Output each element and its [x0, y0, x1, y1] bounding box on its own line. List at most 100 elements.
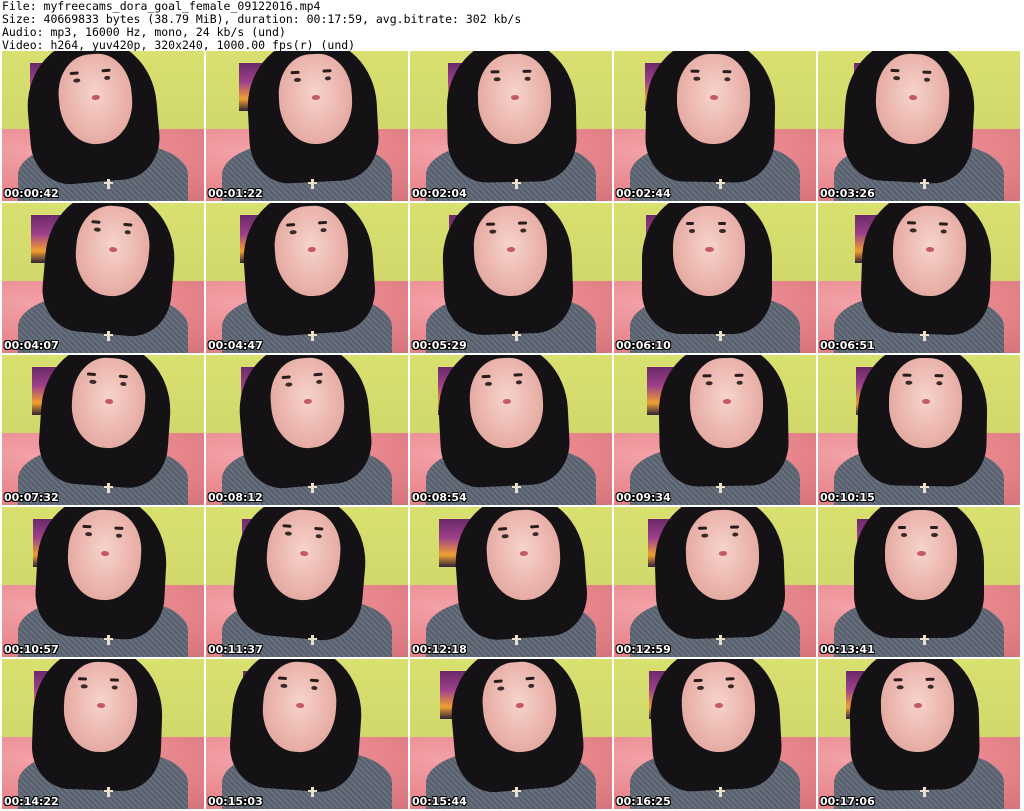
timestamp-label: 00:13:41	[820, 643, 875, 656]
cross-necklace-icon	[512, 179, 522, 189]
left-eye	[289, 230, 296, 235]
right-eyebrow	[313, 527, 323, 531]
lips	[705, 246, 715, 252]
lips	[510, 94, 520, 100]
timestamp-label: 00:02:44	[616, 187, 671, 200]
left-eye	[80, 684, 87, 689]
video-thumbnail[interactable]: 00:11:37	[206, 507, 408, 657]
video-thumbnail[interactable]: 00:14:22	[2, 659, 204, 809]
video-thumbnail[interactable]: 00:06:51	[818, 203, 1020, 353]
right-eye	[314, 534, 322, 539]
lips	[506, 246, 516, 252]
right-eye	[735, 381, 743, 386]
right-eye	[519, 228, 527, 234]
cross-necklace-icon	[512, 635, 522, 645]
right-eye	[935, 381, 943, 386]
video-thumbnail[interactable]: 00:07:32	[2, 355, 204, 505]
video-thumbnail[interactable]: 00:12:59	[614, 507, 816, 657]
thumbnail-grid: 00:00:42 00:01:22 00:02:04 00:02:44 00:03:26…	[0, 51, 1024, 811]
right-eye	[719, 229, 726, 234]
cross-necklace-icon	[920, 787, 930, 797]
video-thumbnail[interactable]: 00:15:03	[206, 659, 408, 809]
cross-necklace-icon	[308, 331, 318, 341]
left-eyebrow	[702, 374, 712, 378]
left-eyebrow	[485, 222, 495, 227]
video-thumbnail[interactable]: 00:12:18	[410, 507, 612, 657]
timestamp-label: 00:04:47	[208, 339, 263, 352]
cross-necklace-icon	[104, 635, 114, 645]
video-thumbnail[interactable]: 00:08:12	[206, 355, 408, 505]
left-eyebrow	[890, 69, 899, 73]
right-eyebrow	[934, 374, 943, 378]
video-thumbnail[interactable]: 00:09:34	[614, 355, 816, 505]
face	[884, 510, 958, 600]
right-eye	[723, 77, 731, 82]
video-thumbnail[interactable]: 00:02:44	[614, 51, 816, 201]
video-thumbnail[interactable]: 00:10:57	[2, 507, 204, 657]
right-eyebrow	[309, 678, 319, 683]
right-eyebrow	[114, 526, 123, 531]
video-thumbnail[interactable]: 00:02:04	[410, 51, 612, 201]
face	[688, 357, 764, 449]
left-eyebrow	[902, 373, 911, 377]
left-eyebrow	[91, 220, 101, 225]
video-thumbnail[interactable]: 00:04:07	[2, 203, 204, 353]
right-eye	[727, 684, 734, 689]
video-thumbnail[interactable]: 00:08:54	[410, 355, 612, 505]
cross-necklace-icon	[920, 483, 930, 493]
cross-necklace-icon	[104, 331, 114, 341]
left-eye	[72, 78, 80, 84]
left-eyebrow	[490, 70, 500, 74]
timestamp-label: 00:12:18	[412, 643, 467, 656]
timestamp-label: 00:04:07	[4, 339, 59, 352]
lips	[104, 398, 114, 404]
video-thumbnail[interactable]: 00:10:15	[818, 355, 1020, 505]
lips	[514, 702, 525, 708]
right-eye	[115, 533, 122, 539]
right-eye	[515, 380, 522, 385]
cross-necklace-icon	[308, 787, 318, 797]
right-eye	[527, 684, 535, 689]
right-eye	[324, 76, 331, 81]
video-thumbnail[interactable]: 00:01:22	[206, 51, 408, 201]
cross-necklace-icon	[920, 635, 930, 645]
timestamp-label: 00:05:29	[412, 339, 467, 352]
video-thumbnail[interactable]: 00:04:47	[206, 203, 408, 353]
cross-necklace-icon	[512, 483, 522, 493]
timestamp-label: 00:02:04	[412, 187, 467, 200]
left-eye	[692, 77, 700, 82]
timestamp-label: 00:08:54	[412, 491, 467, 504]
right-eyebrow	[322, 69, 332, 73]
cross-necklace-icon	[512, 331, 522, 341]
video-thumbnail[interactable]: 00:05:29	[410, 203, 612, 353]
video-thumbnail[interactable]: 00:03:26	[818, 51, 1020, 201]
timestamp-label: 00:10:57	[4, 643, 59, 656]
video-thumbnail[interactable]: 00:16:25	[614, 659, 816, 809]
right-eyebrow	[317, 221, 327, 225]
right-eye	[939, 229, 947, 234]
lips	[519, 550, 529, 556]
right-eyebrow	[513, 373, 523, 377]
left-eyebrow	[77, 677, 87, 681]
right-eyebrow	[722, 70, 731, 74]
lips	[908, 94, 918, 100]
right-eyebrow	[925, 677, 934, 682]
left-eyebrow	[481, 374, 491, 379]
face	[476, 53, 552, 145]
video-thumbnail[interactable]: 00:13:41	[818, 507, 1020, 657]
video-thumbnail[interactable]: 00:15:44	[410, 659, 612, 809]
left-eye	[896, 685, 903, 690]
video-thumbnail[interactable]: 00:17:06	[818, 659, 1020, 809]
lips	[299, 550, 309, 556]
video-thumbnail[interactable]: 00:00:42	[2, 51, 204, 201]
lips	[921, 398, 931, 404]
timestamp-label: 00:16:25	[616, 795, 671, 808]
timestamp-label: 00:08:12	[208, 491, 263, 504]
left-eyebrow	[897, 526, 907, 530]
video-thumbnail[interactable]: 00:06:10	[614, 203, 816, 353]
timestamp-label: 00:11:37	[208, 643, 263, 656]
cross-necklace-icon	[920, 179, 930, 189]
left-eye	[284, 531, 292, 537]
left-eye	[484, 382, 492, 387]
cross-necklace-icon	[716, 179, 726, 189]
